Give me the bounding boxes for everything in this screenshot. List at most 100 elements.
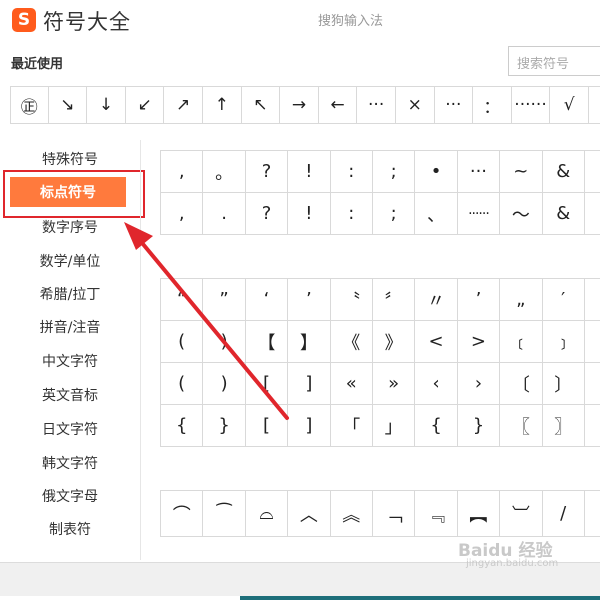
symbol-cell[interactable]: 】 <box>288 321 331 363</box>
symbol-cell[interactable]: 「 <box>330 405 373 447</box>
symbol-cell[interactable]: ’ <box>457 279 501 321</box>
symbol-cell[interactable]: 〗 <box>542 405 585 447</box>
symbol-cell[interactable]: 」 <box>372 405 416 447</box>
symbol-cell[interactable]: ! <box>288 193 331 235</box>
symbol-cell[interactable]: , <box>161 193 204 235</box>
symbol-cell[interactable]: [ <box>245 363 289 405</box>
symbol-cell[interactable]: ( <box>161 363 204 405</box>
symbol-cell[interactable]: ‹ <box>415 363 458 405</box>
symbol-cell[interactable]: { <box>415 405 458 447</box>
recent-symbol-cell[interactable]: ← <box>319 87 358 123</box>
symbol-cell[interactable]: 〕 <box>542 363 585 405</box>
symbol-cell[interactable]: “ <box>161 279 204 321</box>
symbol-cell[interactable]: ﹃ <box>415 491 458 537</box>
search-input[interactable]: 搜索符号 <box>508 46 600 76</box>
symbol-cell[interactable]: ··· <box>457 151 501 193</box>
symbol-cell[interactable]: « <box>330 363 373 405</box>
symbol-cell[interactable]: : <box>330 151 373 193</box>
symbol-cell[interactable]: & <box>542 193 585 235</box>
symbol-cell[interactable]: 〔 <box>500 363 543 405</box>
symbol-cell[interactable]: ] <box>288 405 331 447</box>
symbol-cell[interactable] <box>584 279 600 321</box>
symbol-cell[interactable]: ～ <box>500 193 543 235</box>
sidebar-item[interactable]: 数学/单位 <box>0 246 140 276</box>
symbol-cell[interactable]: ′ <box>542 279 585 321</box>
symbol-cell[interactable] <box>584 363 600 405</box>
symbol-cell[interactable]: ( <box>161 321 204 363</box>
symbol-cell[interactable]: ︿ <box>288 491 331 537</box>
symbol-cell[interactable]: ······ <box>457 193 501 235</box>
sidebar-item[interactable]: 韩文字符 <box>0 448 140 478</box>
recent-symbol-cell[interactable]: ↗ <box>164 87 203 123</box>
symbol-cell[interactable]: ‘ <box>245 279 289 321</box>
recent-symbol-cell[interactable]: ··· <box>435 87 474 123</box>
symbol-cell[interactable]: ; <box>372 151 416 193</box>
sidebar-item[interactable]: 中文字符 <box>0 346 140 376</box>
symbol-cell[interactable]: } <box>457 405 501 447</box>
symbol-cell[interactable]: 〝 <box>330 279 373 321</box>
symbol-cell[interactable]: ) <box>203 363 246 405</box>
recent-symbol-cell[interactable]: ↙ <box>126 87 165 123</box>
symbol-cell[interactable]: ﹁ <box>372 491 416 537</box>
symbol-cell[interactable]: 【 <box>245 321 289 363</box>
symbol-cell[interactable]: » <box>372 363 416 405</box>
recent-symbol-cell[interactable]: ↑ <box>203 87 242 123</box>
sidebar-item[interactable]: 俄文字母 <box>0 481 140 511</box>
recent-symbol-cell[interactable]: ↖ <box>242 87 281 123</box>
symbol-cell[interactable]: < <box>415 321 458 363</box>
recent-symbol-cell[interactable]: → <box>280 87 319 123</box>
sidebar-item[interactable]: 制表符 <box>0 514 140 544</box>
symbol-cell[interactable] <box>584 491 600 537</box>
symbol-cell[interactable]: ) <box>203 321 246 363</box>
symbol-cell[interactable]: : <box>330 193 373 235</box>
symbol-cell[interactable]: 、 <box>415 193 458 235</box>
symbol-cell[interactable] <box>584 151 600 193</box>
symbol-cell[interactable]: [ <box>245 405 289 447</box>
symbol-cell[interactable]: 《 <box>330 321 373 363</box>
recent-symbol-cell[interactable]: ······ <box>512 87 551 123</box>
symbol-cell[interactable]: „ <box>500 279 543 321</box>
recent-symbol-cell[interactable]: ↓ <box>87 87 126 123</box>
symbol-cell[interactable]: ︺ <box>500 491 543 537</box>
recent-symbol-cell[interactable]: ↘ <box>49 87 88 123</box>
symbol-cell[interactable]: ] <box>288 363 331 405</box>
symbol-cell[interactable]: › <box>457 363 501 405</box>
recent-symbol-cell[interactable]: ： <box>473 87 512 123</box>
symbol-cell[interactable]: ’ <box>288 279 331 321</box>
recent-symbol-cell[interactable]: ··· <box>357 87 396 123</box>
symbol-cell[interactable]: , <box>161 151 204 193</box>
sidebar-item[interactable]: 标点符号 <box>10 177 126 207</box>
sidebar-item[interactable]: 拼音/注音 <box>0 312 140 342</box>
symbol-cell[interactable]: 》 <box>372 321 416 363</box>
symbol-cell[interactable]: { <box>161 405 204 447</box>
symbol-cell[interactable]: ︻ <box>457 491 501 537</box>
symbol-cell[interactable]: ⌓ <box>245 491 289 537</box>
symbol-cell[interactable]: 〞 <box>372 279 416 321</box>
symbol-cell[interactable]: ﹝ <box>500 321 543 363</box>
sidebar-item[interactable]: 英文音标 <box>0 380 140 410</box>
symbol-cell[interactable]: • <box>415 151 458 193</box>
sidebar-item[interactable]: 希腊/拉丁 <box>0 279 140 309</box>
symbol-cell[interactable]: ⁀ <box>203 491 246 537</box>
recent-symbol-cell[interactable]: ㊣ <box>10 87 49 123</box>
symbol-cell[interactable]: . <box>203 193 246 235</box>
symbol-cell[interactable] <box>584 321 600 363</box>
symbol-cell[interactable]: ? <box>245 193 289 235</box>
symbol-cell[interactable]: 〖 <box>500 405 543 447</box>
symbol-cell[interactable]: ? <box>245 151 289 193</box>
symbol-cell[interactable]: ~ <box>500 151 543 193</box>
symbol-cell[interactable] <box>584 405 600 447</box>
symbol-cell[interactable]: ! <box>288 151 331 193</box>
sidebar-item[interactable]: 数字序号 <box>0 212 140 242</box>
symbol-cell[interactable]: / <box>542 491 585 537</box>
symbol-cell[interactable]: 〃 <box>415 279 458 321</box>
recent-symbol-cell[interactable]: × <box>396 87 435 123</box>
symbol-cell[interactable]: ︽ <box>330 491 373 537</box>
symbol-cell[interactable]: 。 <box>203 151 246 193</box>
symbol-cell[interactable]: ⌒ <box>161 491 204 537</box>
recent-symbol-cell[interactable]: √ <box>550 87 589 123</box>
symbol-cell[interactable]: & <box>542 151 585 193</box>
symbol-cell[interactable]: ( <box>584 193 600 235</box>
symbol-cell[interactable]: ” <box>203 279 246 321</box>
symbol-cell[interactable]: > <box>457 321 501 363</box>
